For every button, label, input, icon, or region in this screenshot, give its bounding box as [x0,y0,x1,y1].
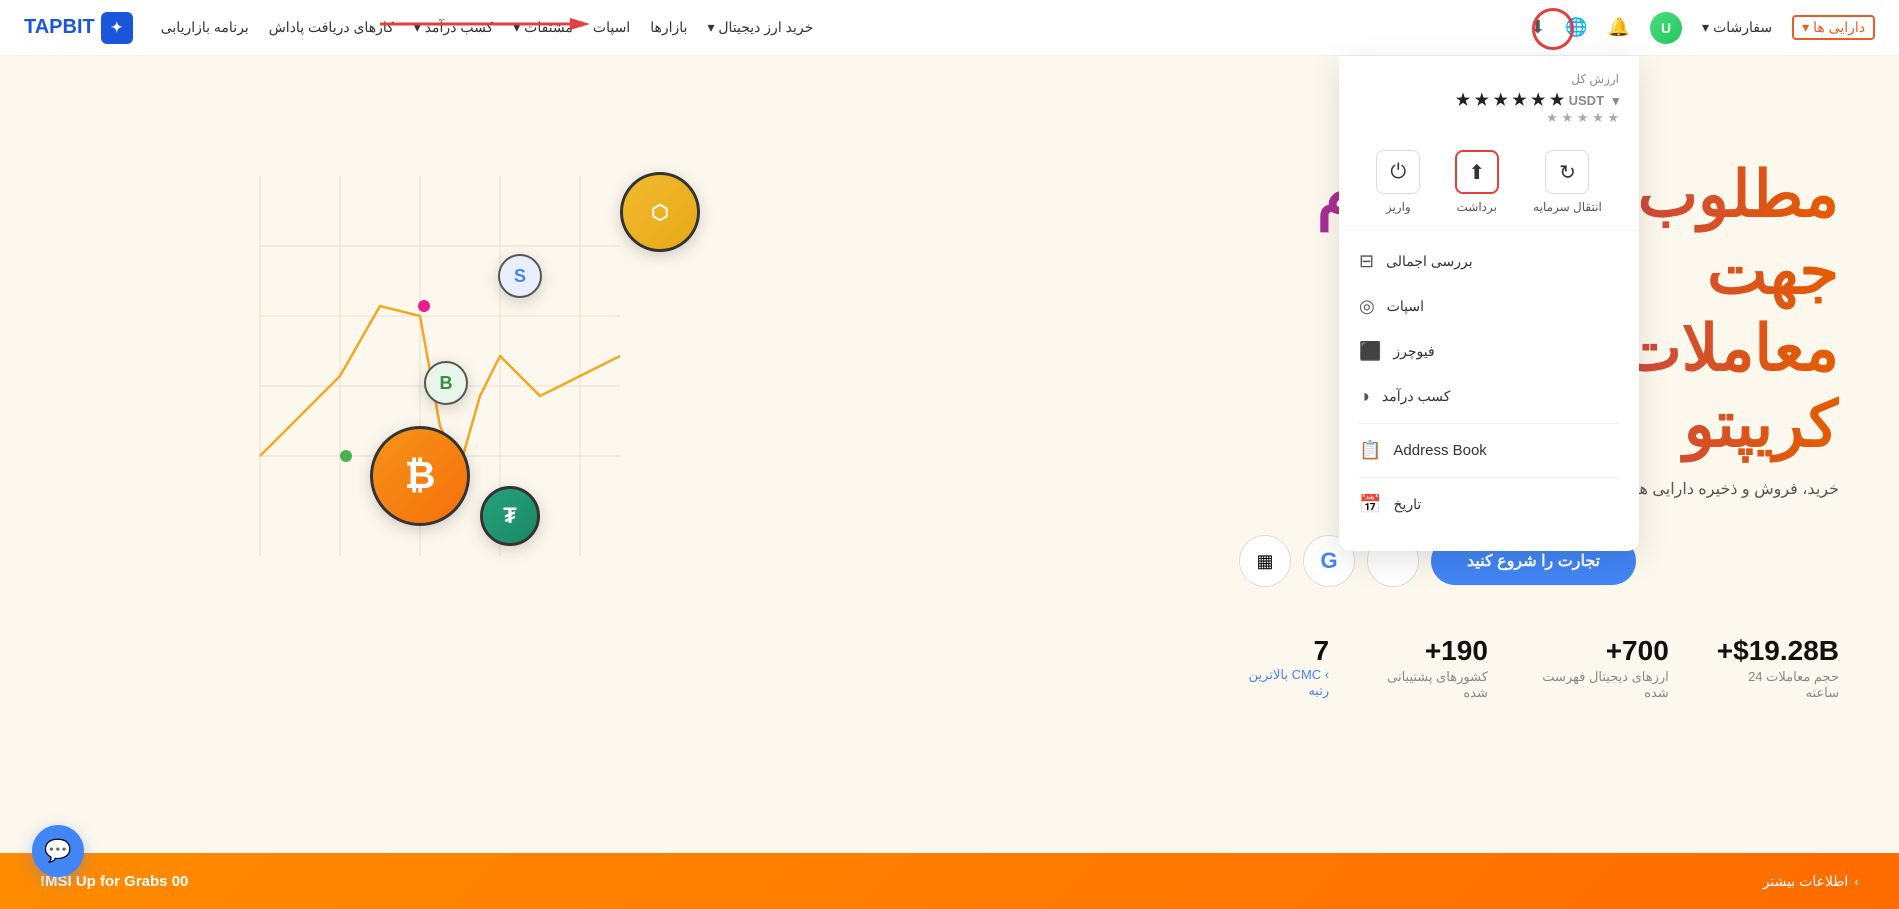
address-book-label: Address Book [1393,442,1486,459]
dropdown-header: ارزش کل ★ ★ ★ ★ ★ ★ USDT ▾ ★ ★ ★ ★ ★ [1339,56,1639,134]
deposit-label: واریز [1386,200,1411,214]
coin-b: B [424,361,468,405]
top-navigation: دارایی ها ▾ سفارشات ▾ U 🔔 🌐 ⬇ خرید ارز د… [0,0,1899,56]
stat-volume-value: +$19.28B [1717,635,1839,667]
coin-usdt: ₮ [480,486,540,546]
bell-icon[interactable]: 🔔 [1608,17,1630,38]
action-transfer[interactable]: ↻ انتقال سرمایه [1533,150,1602,214]
nav-menu: خرید ارز دیجیتال ▾ بازارها اسپات مشتقات … [161,19,814,36]
nav-item-markets[interactable]: بازارها [650,19,687,36]
history-label: تاریخ [1393,496,1421,513]
bottom-banner: › اطلاعات بیشتر 00 MSI Up for Grabs! [0,853,1899,909]
nav-left-section: دارایی ها ▾ سفارشات ▾ U 🔔 🌐 ⬇ [1530,12,1875,44]
dropdown-actions-row: ↻ انتقال سرمایه ⬆ برداشت ⏻ واریز [1339,134,1639,231]
google-icon: G [1320,548,1337,574]
stat-rank-value: 7 [1239,635,1329,667]
globe-icon[interactable]: 🌐 [1565,17,1587,38]
withdraw-label: برداشت [1456,200,1496,214]
futures-label: فیوچرز [1393,343,1434,360]
coin-s: S [498,254,542,298]
safareshat-dropdown[interactable]: سفارشات ▾ [1702,19,1772,36]
nav-item-earn[interactable]: کسب درآمد ▾ [414,19,493,36]
divider-2 [1359,477,1619,478]
history-icon: 📅 [1359,494,1381,515]
transfer-label: انتقال سرمایه [1533,200,1602,214]
daraii-dropdown-panel: ارزش کل ★ ★ ★ ★ ★ ★ USDT ▾ ★ ★ ★ ★ ★ ↻ ا… [1339,56,1639,551]
safareshat-label: سفارشات [1713,19,1772,36]
daraii-label: دارایی ها [1813,19,1865,36]
balance-value: ★ ★ ★ ★ ★ ★ USDT ▾ [1359,90,1619,110]
stat-countries: +190 کشورهای پشتیبانی شده [1377,635,1488,701]
address-book-icon: 📋 [1359,440,1381,461]
action-deposit[interactable]: ⏻ واریز [1376,150,1420,214]
deposit-icon-btn: ⏻ [1376,150,1420,194]
earn-icon: ◑ [1359,386,1370,407]
stat-coins-label: ارزهای دیجیتال فهرست شده [1536,669,1669,701]
dropdown-menu-list: بررسی اجمالی ⊟ اسپات ◎ فیوچرز ⬛ کسب درآم… [1339,231,1639,535]
transfer-icon-btn: ↻ [1545,150,1589,194]
more-arrow-icon: › [1854,873,1859,889]
nav-item-derivatives[interactable]: مشتقات ▾ [513,19,573,36]
menu-item-futures[interactable]: فیوچرز ⬛ [1339,329,1639,374]
qr-button[interactable]: ▦ [1239,535,1291,587]
stat-countries-label: کشورهای پشتیبانی شده [1377,669,1488,701]
overview-icon: ⊟ [1359,251,1374,272]
nav-item-buy[interactable]: خرید ارز دیجیتال ▾ [707,19,813,36]
stat-coins-value: +700 [1536,635,1669,667]
stat-countries-value: +190 [1377,635,1488,667]
menu-item-overview[interactable]: بررسی اجمالی ⊟ [1339,239,1639,284]
daraii-dropdown[interactable]: دارایی ها ▾ [1792,15,1875,40]
menu-item-address-book[interactable]: Address Book 📋 [1339,428,1639,473]
stat-coins: +700 ارزهای دیجیتال فهرست شده [1536,635,1669,701]
chevron-down-icon: ▾ [1802,19,1809,36]
balance-sub: ★ ★ ★ ★ ★ [1359,110,1619,126]
futures-icon: ⬛ [1359,341,1381,362]
more-label: اطلاعات بیشتر [1763,873,1849,890]
stat-volume-label: حجم معاملات 24 ساعته [1717,669,1839,701]
divider [1359,423,1619,424]
chevron-down-icon: ▾ [1702,19,1709,36]
chat-icon: 💬 [44,838,71,864]
balance-label: ارزش کل [1359,72,1619,86]
earn-label: کسب درآمد [1382,388,1451,405]
user-avatar[interactable]: U [1650,12,1682,44]
logo-icon: ✦ [101,12,133,44]
brand-logo[interactable]: ✦ TAPBIT [24,12,133,44]
chart-dot-pink [418,300,430,312]
menu-item-earn[interactable]: کسب درآمد ◑ [1339,374,1639,419]
spot-icon: ◎ [1359,296,1375,317]
nav-item-marketing[interactable]: برنامه بازاریابی [161,19,249,36]
qr-icon: ▦ [1257,551,1274,572]
stat-rank: 7 › CMC بالاترین رتبه [1239,635,1329,701]
action-withdraw[interactable]: ⬆ برداشت [1455,150,1499,214]
chart-dot-green [340,450,352,462]
hero-stats: +$19.28B حجم معاملات 24 ساعته +700 ارزها… [1239,635,1839,701]
brand-name: TAPBIT [24,16,95,39]
nav-item-spot[interactable]: اسپات [593,19,630,36]
chat-button[interactable]: 💬 [32,825,84,877]
stat-volume: +$19.28B حجم معاملات 24 ساعته [1717,635,1839,701]
menu-item-spot[interactable]: اسپات ◎ [1339,284,1639,329]
banner-more-link[interactable]: › اطلاعات بیشتر [1763,873,1859,890]
coin-bnb: ⬡ [620,172,700,252]
nav-item-rewards[interactable]: کارهای دریافت پاداش [269,19,394,36]
stat-rank-cmc[interactable]: › CMC بالاترین رتبه [1239,667,1329,699]
overview-label: بررسی اجمالی [1386,253,1473,270]
withdraw-icon-btn: ⬆ [1455,150,1499,194]
download-icon[interactable]: ⬇ [1530,17,1545,38]
coin-btc: ₿ [370,426,470,526]
nav-right-section: خرید ارز دیجیتال ▾ بازارها اسپات مشتقات … [24,12,813,44]
menu-item-history[interactable]: تاریخ 📅 [1339,482,1639,527]
spot-label: اسپات [1387,298,1424,315]
